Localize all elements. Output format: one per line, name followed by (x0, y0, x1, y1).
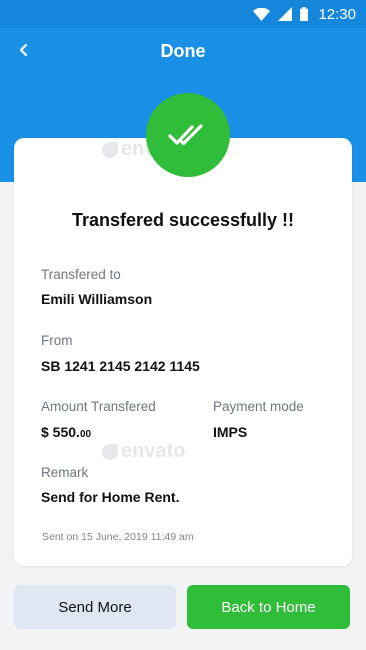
wifi-icon (253, 7, 271, 21)
app-bar: Done (0, 28, 366, 74)
back-to-home-button[interactable]: Back to Home (187, 585, 350, 629)
from-label: From (41, 333, 73, 348)
page-title: Done (160, 40, 206, 61)
signal-icon (278, 7, 293, 21)
success-badge (146, 93, 230, 177)
remark-label: Remark (41, 465, 89, 480)
battery-icon (300, 7, 309, 21)
amount-value: $ 550.00 (41, 424, 92, 440)
send-more-button[interactable]: Send More (14, 585, 176, 629)
transaction-card: envato Transfered successfully !! Transf… (14, 138, 352, 566)
remark-value: Send for Home Rent. (41, 489, 180, 505)
sent-timestamp: Sent on 15 June, 2019 11:49 am (42, 531, 194, 543)
back-arrow-icon (19, 43, 28, 57)
success-heading: Transfered successfully !! (71, 210, 295, 230)
transferred-to-value: Emili Williamson (41, 291, 153, 307)
payment-mode-label: Payment mode (213, 399, 304, 414)
transferred-to-label: Transfered to (41, 267, 121, 282)
status-time: 12:30 (318, 5, 356, 23)
status-bar: 12:30 (0, 0, 366, 28)
back-button[interactable] (10, 36, 38, 64)
from-value: SB 1241 2145 2142 1145 (41, 358, 200, 374)
double-check-icon (168, 124, 203, 146)
watermark: envato (102, 440, 185, 463)
payment-mode-value: IMPS (213, 424, 248, 440)
amount-label: Amount Transfered (41, 399, 156, 414)
